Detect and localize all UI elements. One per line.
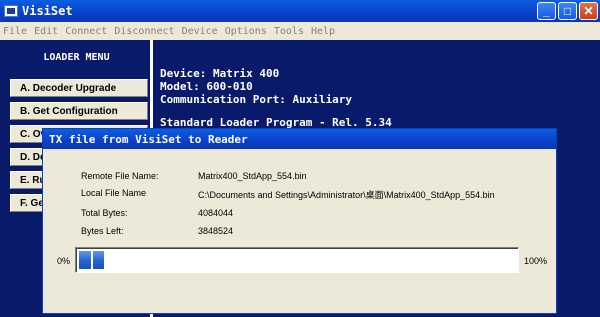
menu-file[interactable]: File xyxy=(3,26,27,37)
window-controls: _ □ ✕ xyxy=(537,2,598,20)
remote-file-value: Matrix400_StdApp_554.bin xyxy=(198,171,307,181)
minimize-button[interactable]: _ xyxy=(537,2,556,20)
local-file-value: C:\Documents and Settings\Administrator\… xyxy=(198,190,495,200)
close-button[interactable]: ✕ xyxy=(579,2,598,20)
bytes-left-value: 3848524 xyxy=(198,226,234,236)
title-bar: VisiSet _ □ ✕ xyxy=(0,0,600,22)
total-bytes-label: Total Bytes: xyxy=(81,208,128,218)
total-bytes-value: 4084044 xyxy=(198,208,234,218)
progress-chunk xyxy=(92,251,104,269)
progress-fill xyxy=(79,251,104,269)
transfer-dialog: TX file from VisiSet to Reader Remote Fi… xyxy=(42,128,557,314)
decoder-upgrade-button[interactable]: A. Decoder Upgrade xyxy=(10,79,148,97)
local-file-label: Local File Name xyxy=(81,188,147,198)
menu-device[interactable]: Device xyxy=(182,26,218,37)
vertical-scrollbar[interactable] xyxy=(584,40,600,317)
progress-bar xyxy=(75,247,519,273)
loader-menu-title: LOADER MENU xyxy=(43,52,110,63)
console-line: Model: 600-010 xyxy=(160,80,253,93)
bytes-left-label: Bytes Left: xyxy=(81,226,124,236)
get-configuration-button[interactable]: B. Get Configuration xyxy=(10,102,148,120)
remote-file-label: Remote File Name: xyxy=(81,171,159,181)
console-line: Communication Port: Auxiliary xyxy=(160,93,353,106)
maximize-button[interactable]: □ xyxy=(558,2,577,20)
window-title: VisiSet xyxy=(22,4,73,18)
menu-edit[interactable]: Edit xyxy=(34,26,58,37)
menu-bar: File Edit Connect Disconnect Device Opti… xyxy=(0,22,600,40)
app-icon xyxy=(4,5,18,17)
console-line: Device: Matrix 400 xyxy=(160,67,280,80)
menu-tools[interactable]: Tools xyxy=(274,26,304,37)
menu-help[interactable]: Help xyxy=(311,26,335,37)
dialog-title: TX file from VisiSet to Reader xyxy=(43,129,556,149)
menu-disconnect[interactable]: Disconnect xyxy=(114,26,174,37)
progress-min-label: 0% xyxy=(57,256,71,266)
menu-connect[interactable]: Connect xyxy=(65,26,107,37)
progress-chunk xyxy=(79,251,91,269)
menu-options[interactable]: Options xyxy=(225,26,267,37)
progress-max-label: 100% xyxy=(524,256,548,266)
